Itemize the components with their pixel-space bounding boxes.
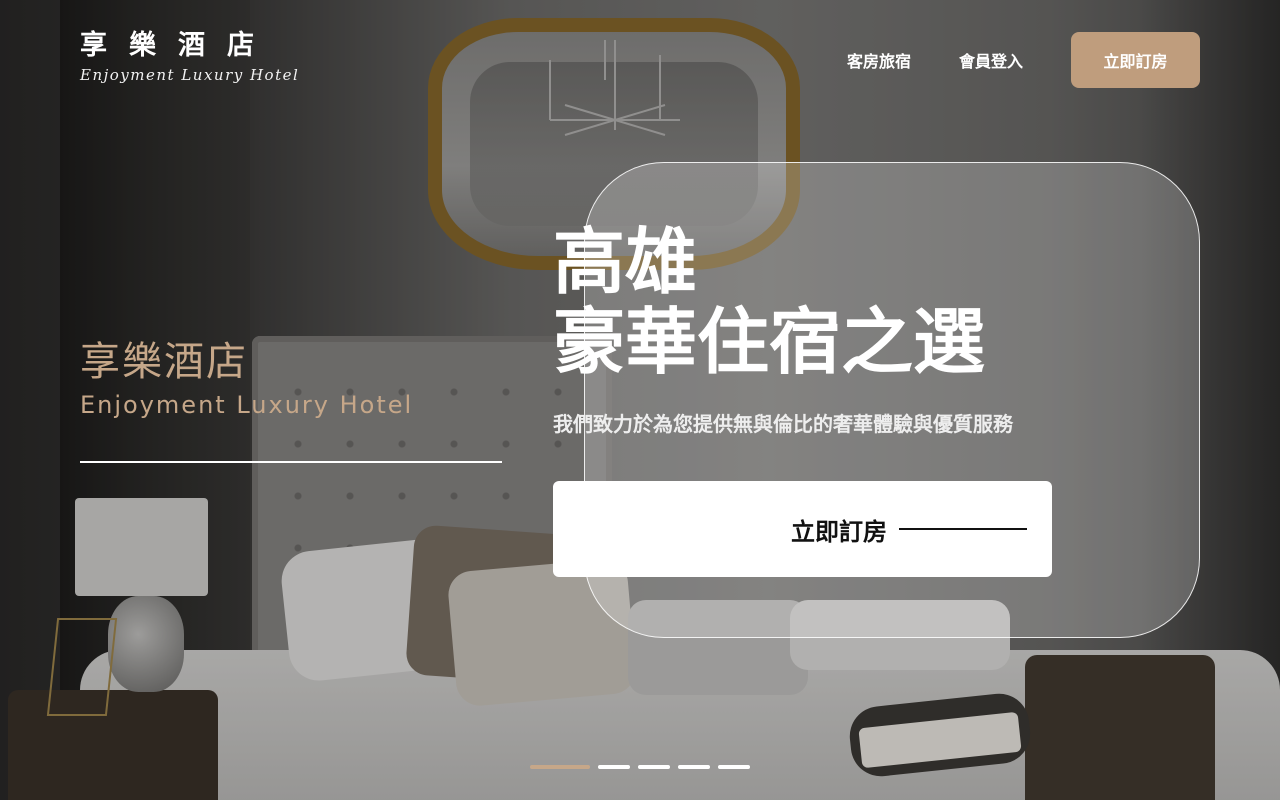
carousel-dot[interactable] <box>718 765 750 769</box>
nav-login-link[interactable]: 會員登入 <box>959 48 1023 72</box>
nav-rooms-link[interactable]: 客房旅宿 <box>847 48 911 72</box>
brand-logo-english: Enjoyment Luxury Hotel <box>80 66 300 84</box>
arrow-line-icon <box>899 528 1027 530</box>
hero-brand-chinese: 享樂酒店 <box>80 339 248 385</box>
carousel-indicators <box>530 765 758 769</box>
hero-brand-block: 享樂酒店 Enjoyment Luxury Hotel <box>80 336 413 422</box>
hero-book-button[interactable]: 立即訂房 <box>553 481 1052 577</box>
hero-title: 高雄 豪華住宿之選 <box>553 222 985 382</box>
carousel-dot[interactable] <box>598 765 630 769</box>
top-nav: 客房旅宿 會員登入 立即訂房 <box>847 32 1200 88</box>
hero-brand-english: Enjoyment Luxury Hotel <box>80 391 414 419</box>
hero-title-line1: 高雄 <box>553 220 698 304</box>
hero-brand-divider <box>80 461 502 463</box>
carousel-dot[interactable] <box>678 765 710 769</box>
carousel-dot[interactable] <box>638 765 670 769</box>
hero-subtitle: 我們致力於為您提供無與倫比的奢華體驗與優質服務 <box>553 412 1013 436</box>
hero-book-button-label: 立即訂房 <box>791 517 887 546</box>
hero-title-line2: 豪華住宿之選 <box>553 300 986 384</box>
carousel-dot[interactable] <box>530 765 590 769</box>
nav-book-button[interactable]: 立即訂房 <box>1071 32 1200 88</box>
brand-logo-chinese: 享樂酒店 <box>80 30 276 61</box>
brand-logo[interactable]: 享樂酒店 Enjoyment Luxury Hotel <box>80 30 299 84</box>
